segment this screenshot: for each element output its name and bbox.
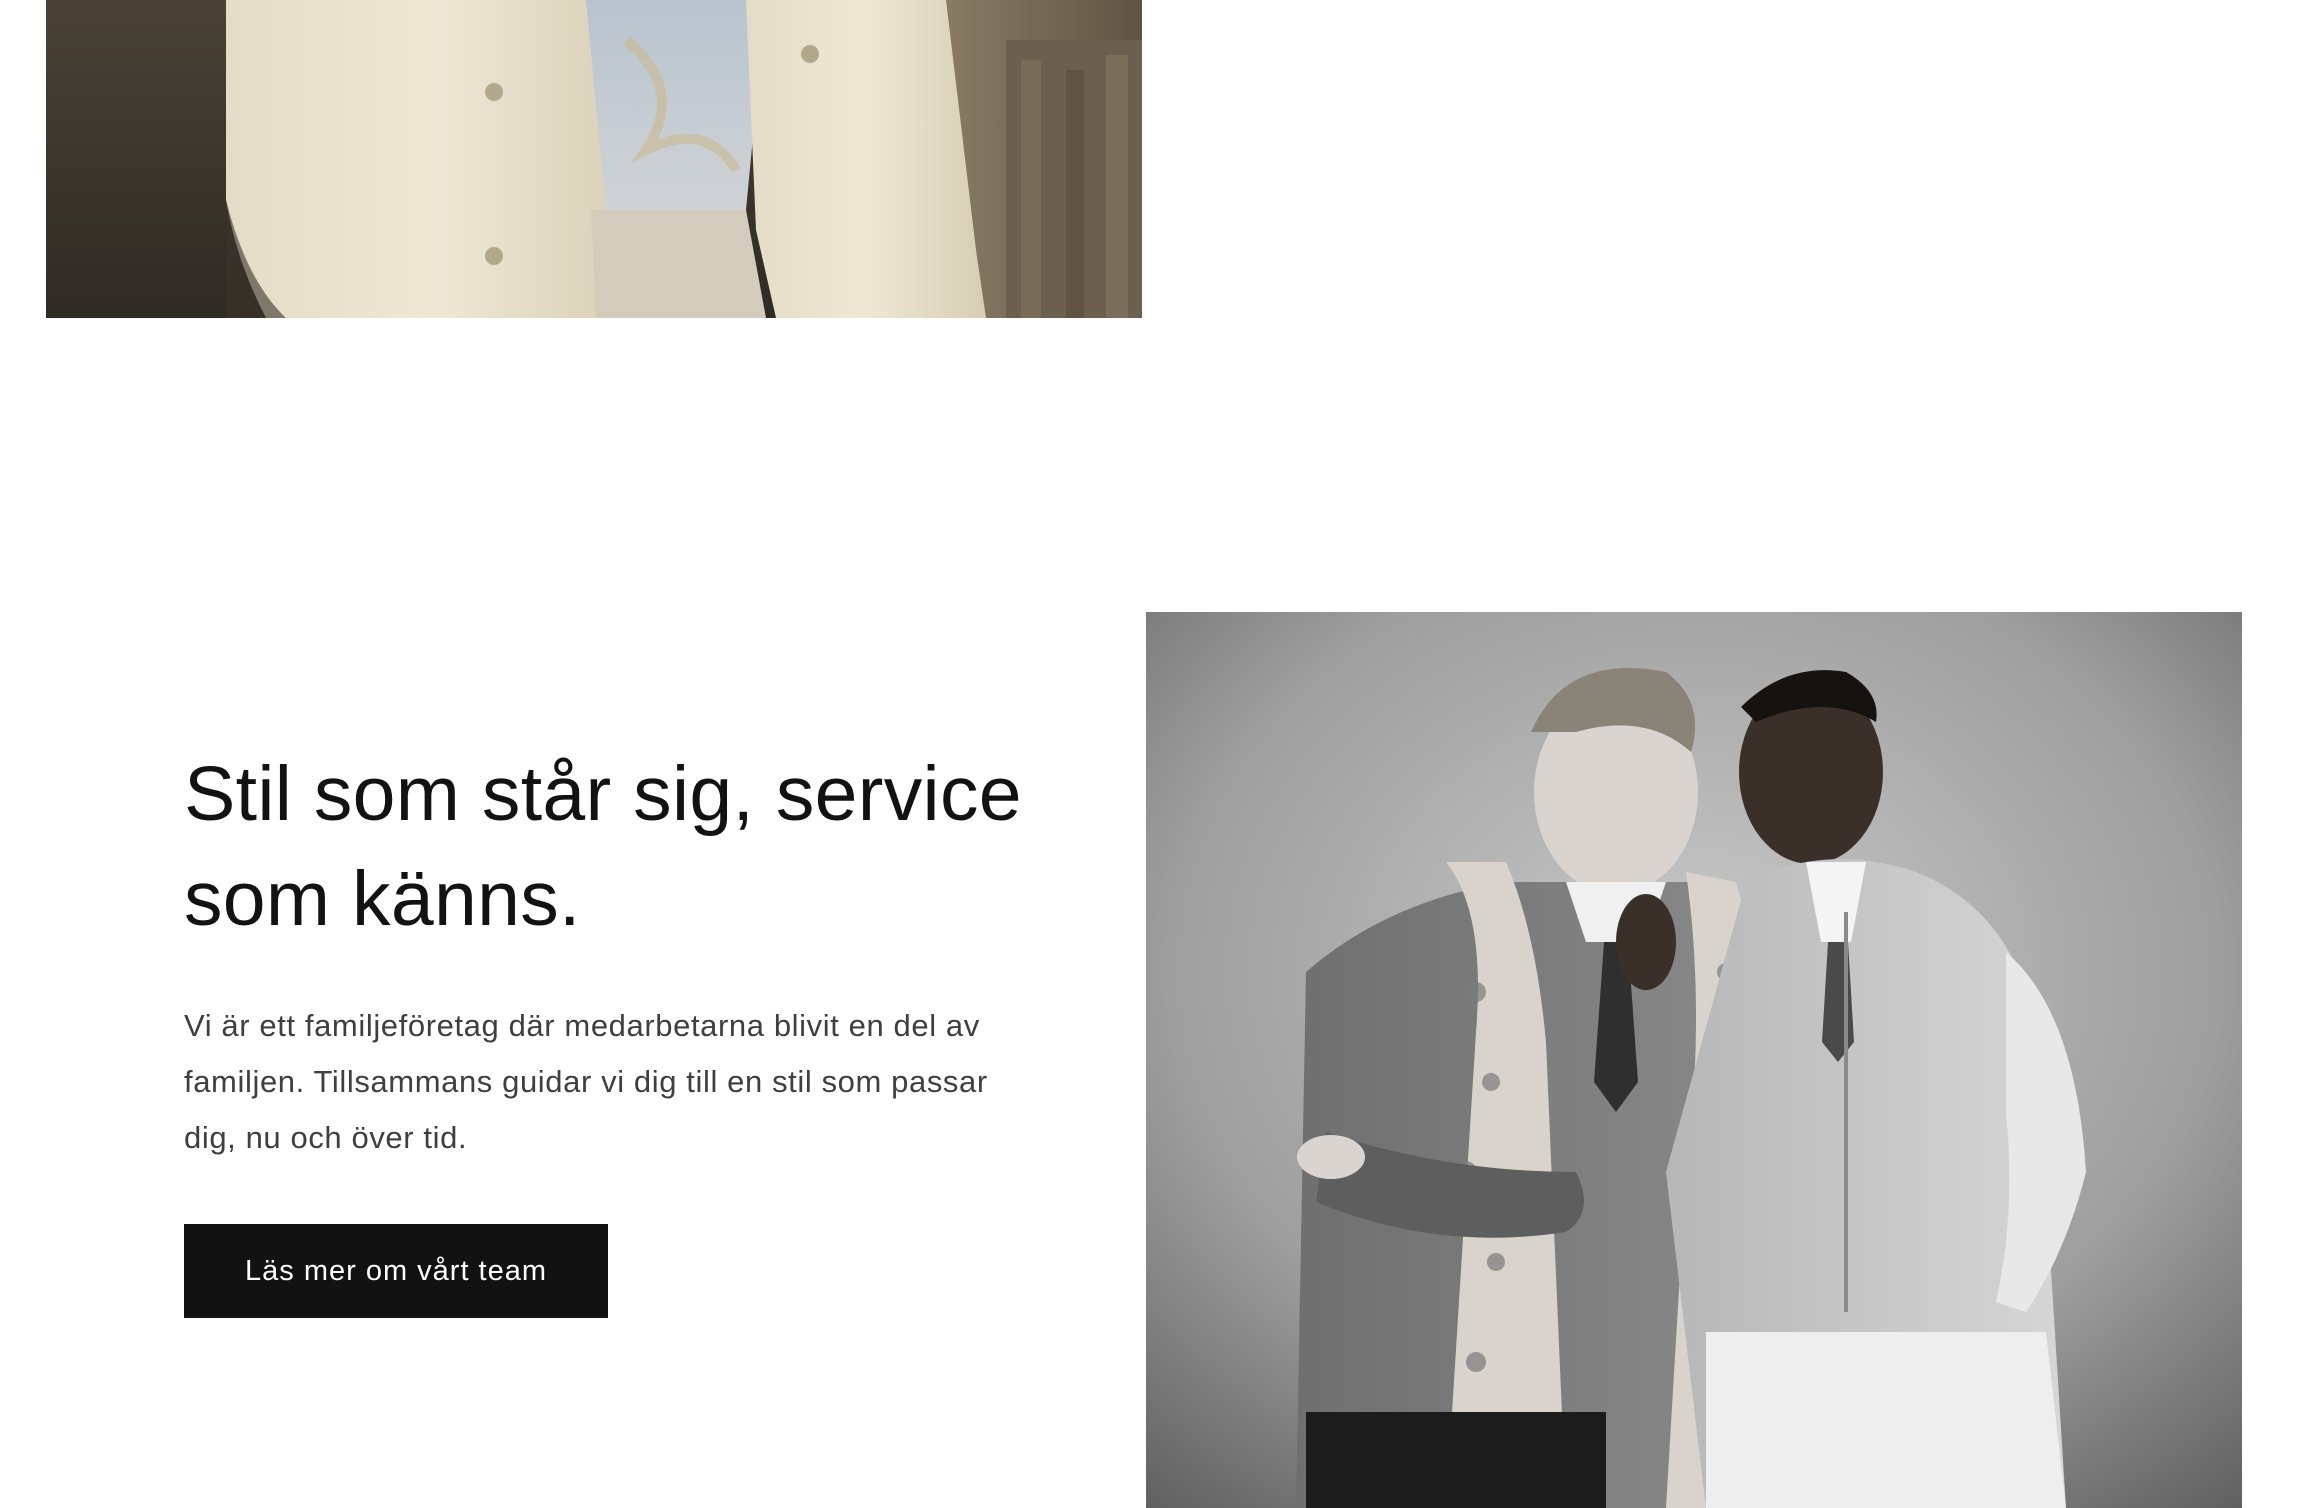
section-body-text: Vi är ett familjeföretag där medarbetarn… [184,1008,988,1155]
hero-photo-bottom [46,0,1142,318]
team-text-block: Stil som står sig, service som känns. Vi… [184,742,1044,1318]
page: Stil som står sig, service som känns. Vi… [0,0,2298,1508]
photo-man-beige-suit-icon [46,0,1142,318]
section-heading: Stil som står sig, service som känns. [184,751,1022,942]
team-photo [1146,612,2242,1508]
read-more-team-button[interactable]: Läs mer om vårt team [184,1224,609,1318]
photo-two-men-laughing-icon [1146,612,2242,1508]
team-section: Stil som står sig, service som känns. Vi… [0,612,2298,1508]
